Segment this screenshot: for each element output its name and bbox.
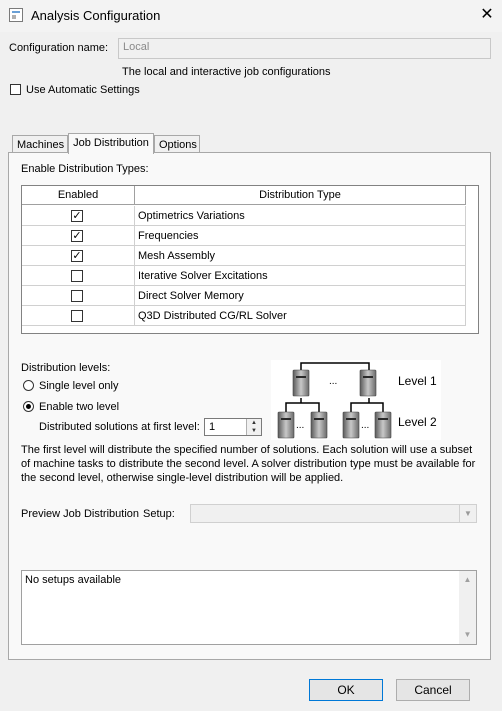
diagram-ellipsis-right: ... <box>361 420 369 431</box>
distribution-grid: Enabled Distribution Type ✓ Optimetrics V… <box>21 185 479 334</box>
config-name-label: Configuration name: <box>9 42 109 54</box>
tab-job-distribution[interactable]: Job Distribution <box>68 133 154 154</box>
distribution-type-cell: Mesh Assembly <box>135 246 466 266</box>
preview-output-text: No setups available <box>25 574 122 586</box>
ok-button[interactable]: OK <box>309 679 383 701</box>
scroll-up-icon[interactable]: ▲ <box>459 573 476 587</box>
single-level-radio[interactable] <box>23 380 34 391</box>
tab-job-distribution-label: Job Distribution <box>73 137 149 149</box>
first-level-value: 1 <box>209 421 216 433</box>
enabled-checkbox[interactable] <box>71 310 83 322</box>
auto-settings-checkbox[interactable] <box>10 84 21 95</box>
table-row[interactable]: Direct Solver Memory <box>22 286 466 306</box>
two-level-label: Enable two level <box>39 401 120 413</box>
enabled-cell: ✓ <box>22 226 135 246</box>
distribution-type-cell: Direct Solver Memory <box>135 286 466 306</box>
tab-options-label: Options <box>159 139 197 151</box>
auto-settings-label: Use Automatic Settings <box>26 84 140 96</box>
distribution-level-diagram: ... ... ... Level 1 Level 2 <box>271 360 441 440</box>
server-icon <box>359 369 377 397</box>
levels-description: The first level will distribute the spec… <box>21 444 476 484</box>
distribution-type-cell: Q3D Distributed CG/RL Solver <box>135 306 466 326</box>
column-header-enabled[interactable]: Enabled <box>22 186 135 205</box>
table-row[interactable]: Iterative Solver Excitations <box>22 266 466 286</box>
distribution-types-label: Enable Distribution Types: <box>21 163 149 175</box>
distribution-type-cell: Iterative Solver Excitations <box>135 266 466 286</box>
distribution-type-cell: Frequencies <box>135 226 466 246</box>
server-icon <box>277 411 295 439</box>
first-level-spinner[interactable]: 1 ▲ ▼ <box>204 418 262 436</box>
first-level-label: Distributed solutions at first level: <box>39 421 200 433</box>
spin-up-icon[interactable]: ▲ <box>246 419 261 427</box>
table-row[interactable]: Q3D Distributed CG/RL Solver <box>22 306 466 326</box>
diagram-ellipsis-left: ... <box>296 420 304 431</box>
single-level-label: Single level only <box>39 380 119 392</box>
two-level-radio[interactable] <box>23 401 34 412</box>
enabled-checkbox[interactable] <box>71 290 83 302</box>
tab-machines-label: Machines <box>17 139 65 151</box>
spin-down-icon[interactable]: ▼ <box>246 427 261 435</box>
setup-label: Setup: <box>143 508 175 520</box>
preview-label: Preview Job Distribution <box>21 508 139 520</box>
distribution-type-cell: Optimetrics Variations <box>135 206 466 226</box>
server-icon <box>342 411 360 439</box>
distribution-levels-label: Distribution levels: <box>21 362 111 374</box>
table-row[interactable]: ✓ Mesh Assembly <box>22 246 466 266</box>
enabled-cell <box>22 266 135 286</box>
enabled-cell: ✓ <box>22 206 135 226</box>
preview-output: No setups available ▲ ▼ <box>21 570 477 645</box>
diagram-ellipsis-top: ... <box>329 376 337 387</box>
enabled-checkbox[interactable] <box>71 270 83 282</box>
enabled-checkbox[interactable]: ✓ <box>71 210 83 222</box>
config-name-field: Local <box>118 38 491 59</box>
diagram-level2-label: Level 2 <box>398 415 437 429</box>
setup-dropdown[interactable]: ▼ <box>190 504 477 523</box>
table-row[interactable]: ✓ Optimetrics Variations <box>22 206 466 226</box>
preview-scrollbar[interactable]: ▲ ▼ <box>459 571 476 644</box>
config-description: The local and interactive job configurat… <box>122 66 331 78</box>
close-icon[interactable]: ✕ <box>478 6 496 24</box>
scroll-down-icon[interactable]: ▼ <box>459 628 476 642</box>
config-name-value: Local <box>123 41 150 53</box>
column-header-distribution-type[interactable]: Distribution Type <box>135 186 466 205</box>
app-icon <box>9 8 23 22</box>
enabled-cell <box>22 286 135 306</box>
chevron-down-icon[interactable]: ▼ <box>459 505 476 522</box>
server-icon <box>374 411 392 439</box>
server-icon <box>292 369 310 397</box>
table-row[interactable]: ✓ Frequencies <box>22 226 466 246</box>
server-icon <box>310 411 328 439</box>
enabled-checkbox[interactable]: ✓ <box>71 250 83 262</box>
window-title: Analysis Configuration <box>31 8 161 23</box>
cancel-button[interactable]: Cancel <box>396 679 470 701</box>
enabled-checkbox[interactable]: ✓ <box>71 230 83 242</box>
diagram-level1-label: Level 1 <box>398 374 437 388</box>
grid-header: Enabled Distribution Type <box>22 186 478 206</box>
level-diagram-svg: ... ... ... Level 1 Level 2 <box>277 362 437 439</box>
enabled-cell: ✓ <box>22 246 135 266</box>
enabled-cell <box>22 306 135 326</box>
